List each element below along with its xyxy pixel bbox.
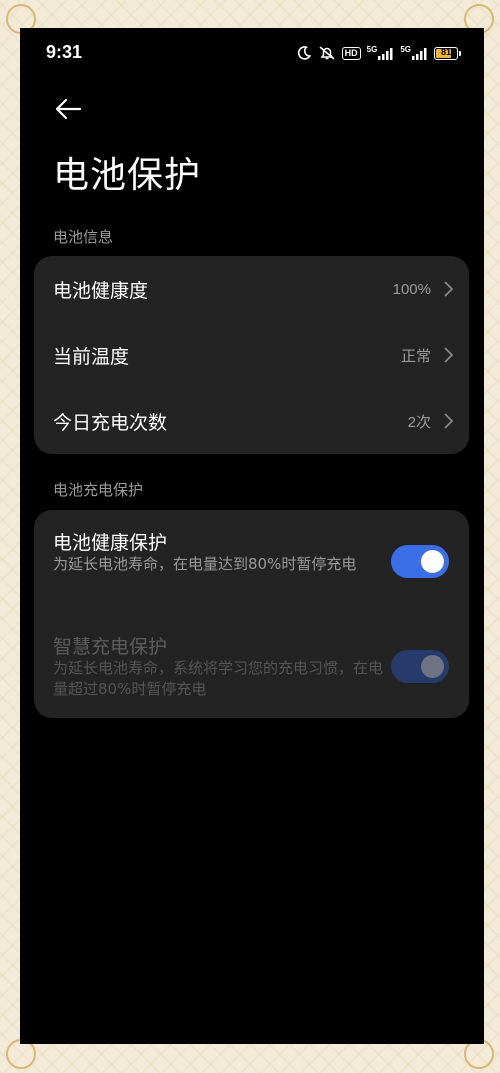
back-button[interactable] <box>48 92 88 126</box>
row-label: 电池健康度 <box>53 279 149 302</box>
row-value: 正常 <box>400 347 431 365</box>
moon-icon <box>296 45 312 61</box>
charge-count-row[interactable]: 今日充电次数 2次 <box>34 388 469 454</box>
network-type-label: 5G <box>400 44 411 54</box>
row-value: 2次 <box>407 413 431 431</box>
chevron-right-icon <box>444 281 453 297</box>
status-time: 9:31 <box>46 42 83 62</box>
smart-charge-protection-toggle[interactable] <box>391 650 449 683</box>
toggle-title: 电池健康保护 <box>53 532 168 554</box>
charge-protection-card: 电池健康保护 为延长电池寿命，在电量达到80%时暂停充电 智慧充电保护 为延长电… <box>34 510 469 718</box>
toggle-knob <box>421 550 444 573</box>
mute-bell-icon <box>318 45 336 61</box>
toggle-knob <box>421 655 444 678</box>
battery-health-protection-toggle[interactable] <box>391 545 449 578</box>
toggle-title: 智慧充电保护 <box>53 636 168 658</box>
battery-level: 81 <box>440 46 451 57</box>
section-label-charge-protection: 电池充电保护 <box>53 481 144 499</box>
battery-icon: 81 <box>434 46 461 60</box>
battery-health-protection-row: 电池健康保护 为延长电池寿命，在电量达到80%时暂停充电 <box>34 510 469 614</box>
phone-screen: 9:31 HD 5G 5G 81 电池保护 电池信息 电池健康度 100% 当前… <box>20 28 484 1044</box>
status-bar: 9:31 HD 5G 5G 81 <box>20 28 484 80</box>
chevron-right-icon <box>444 413 453 429</box>
current-temperature-row[interactable]: 当前温度 正常 <box>34 322 469 388</box>
status-icons: HD 5G 5G 81 <box>296 42 461 64</box>
battery-info-card: 电池健康度 100% 当前温度 正常 今日充电次数 2次 <box>34 256 469 454</box>
signal-icon-sim2: 5G <box>400 44 428 60</box>
hd-badge: HD <box>341 46 361 60</box>
network-type-label: 5G <box>366 44 378 54</box>
smart-charge-protection-row: 智慧充电保护 为延长电池寿命，系统将学习您的充电习惯，在电量超过80%时暂停充电 <box>34 614 469 718</box>
toggle-description: 为延长电池寿命，系统将学习您的充电习惯，在电量超过80%时暂停充电 <box>53 659 384 698</box>
toggle-description: 为延长电池寿命，在电量达到80%时暂停充电 <box>53 555 357 573</box>
row-value: 100% <box>392 280 431 298</box>
page-title: 电池保护 <box>53 155 202 196</box>
row-label: 今日充电次数 <box>53 411 168 434</box>
signal-icon-sim1: 5G <box>366 44 395 60</box>
arrow-left-icon <box>55 98 82 120</box>
section-label-battery-info: 电池信息 <box>53 228 114 246</box>
row-label: 当前温度 <box>53 345 130 368</box>
chevron-right-icon <box>444 347 453 363</box>
battery-health-row[interactable]: 电池健康度 100% <box>34 256 469 322</box>
